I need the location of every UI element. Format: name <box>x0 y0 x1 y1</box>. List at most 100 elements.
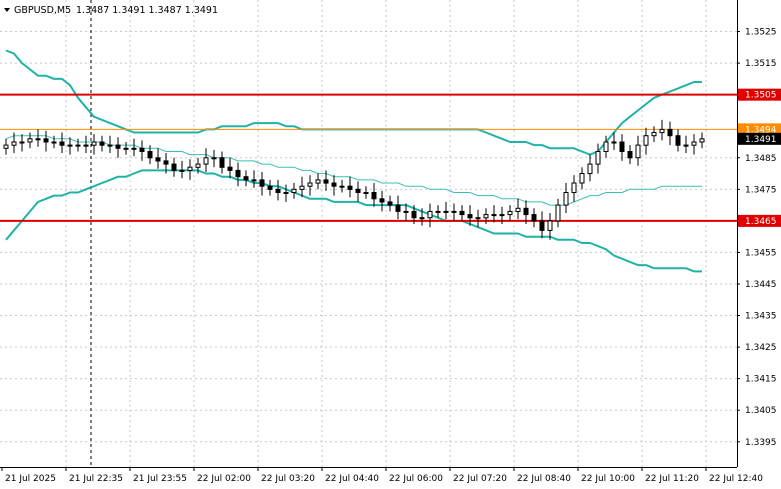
candle-body-bull <box>595 151 601 165</box>
time-tick-label: 21 Jul 23:55 <box>133 474 187 484</box>
support-price-label: 1.3465 <box>745 217 777 227</box>
price-chart[interactable]: 1.3525 1.3515 1.3485 1.3475 1.3455 1.3445 1.34… <box>0 0 781 489</box>
candle-body-bull <box>19 141 25 144</box>
time-tick-label: 22 Jul 11:20 <box>645 474 699 484</box>
candle-body-bull <box>587 163 593 175</box>
time-tick-label: 22 Jul 08:40 <box>517 474 571 484</box>
candle-body-bull <box>187 166 193 171</box>
candle-body-bull <box>643 135 649 146</box>
time-tick-label: 22 Jul 02:00 <box>197 474 251 484</box>
time-tick-label: 22 Jul 07:20 <box>453 474 507 484</box>
candle-body-bull <box>315 179 321 184</box>
candle-body-bull <box>611 141 617 144</box>
candle-body-bear <box>331 182 337 187</box>
price-tick-label: 1.3475 <box>745 185 777 195</box>
candle-body-bear <box>467 214 473 219</box>
time-tick-label: 22 Jul 03:20 <box>261 474 315 484</box>
candle-body-bear <box>171 163 177 171</box>
price-tick-label: 1.3425 <box>745 343 777 353</box>
candle-body-bull <box>499 214 505 217</box>
candle-body-bear <box>531 214 537 222</box>
candle-body-bull <box>483 214 489 219</box>
candle-body-bear <box>667 128 673 137</box>
time-tick-label: 22 Jul 06:00 <box>389 474 443 484</box>
candle-body-bear <box>395 204 401 212</box>
time-tick-label: 22 Jul 10:00 <box>581 474 635 484</box>
chart-background <box>0 0 781 489</box>
price-tick-label: 1.3415 <box>745 375 777 385</box>
candle-body-bear <box>675 135 681 146</box>
candle-body-bull <box>651 132 657 137</box>
candle-body-bull <box>291 188 297 194</box>
candle-body-bull <box>699 138 705 143</box>
candle-body-bull <box>3 144 9 149</box>
candle-body-bull <box>67 144 73 147</box>
candle-body-bear <box>147 151 153 159</box>
candle-body-bear <box>355 188 361 194</box>
candle-body-bear <box>259 179 265 187</box>
candle-body-bull <box>475 217 481 220</box>
candle-body-bull <box>691 141 697 146</box>
price-tick-label: 1.3405 <box>745 406 777 416</box>
candle-body-bear <box>235 169 241 178</box>
candle-body-bull <box>683 144 689 147</box>
candle-body-bull <box>571 182 577 193</box>
candle-body-bull <box>491 214 497 217</box>
candle-body-bull <box>83 144 89 147</box>
candle-body-bull <box>579 173 585 184</box>
candle-body-bull <box>307 182 313 187</box>
candle-body-bear <box>523 207 529 216</box>
candle-body-bull <box>251 179 257 182</box>
candle-body-bull <box>443 210 449 213</box>
candle-body-bull <box>419 217 425 220</box>
price-tick-label: 1.3515 <box>745 59 777 69</box>
candle-body-bull <box>203 157 209 165</box>
candle-body-bear <box>219 157 225 168</box>
candle-body-bull <box>283 192 289 194</box>
candle-body-bear <box>163 160 169 165</box>
candle-body-bear <box>59 141 65 146</box>
candle-body-bull <box>35 138 41 141</box>
candle-body-bear <box>379 198 385 203</box>
price-tick-label: 1.3485 <box>745 154 777 164</box>
candle-body-bear <box>347 185 353 190</box>
candle-body-bear <box>371 192 377 200</box>
candle-body-bull <box>339 185 345 188</box>
time-tick-label: 22 Jul 12:40 <box>709 474 763 484</box>
candle-body-bear <box>627 151 633 159</box>
ohlc-label: 1.3487 1.3491 1.3487 1.3491 <box>76 5 218 16</box>
candle-body-bull <box>547 220 553 231</box>
price-tick-label: 1.3435 <box>745 312 777 322</box>
candle-body-bear <box>99 141 105 146</box>
price-tick-label: 1.3395 <box>745 438 777 448</box>
candle-body-bear <box>275 188 281 194</box>
candle-body-bear <box>387 201 393 206</box>
candle-body-bull <box>179 169 185 172</box>
candle-body-bear <box>227 166 233 171</box>
candle-body-bull <box>435 210 441 213</box>
candle-body-bull <box>451 210 457 213</box>
candle-body-bull <box>107 144 113 147</box>
candle-body-bull <box>563 192 569 206</box>
candle-body-bull <box>659 128 665 134</box>
current-price-label: 1.3491 <box>745 135 777 145</box>
candle-body-bull <box>635 144 641 159</box>
candle-body-bull <box>91 141 97 146</box>
candle-body-bull <box>11 141 17 146</box>
candle-body-bull <box>555 204 561 222</box>
candle-body-bull <box>363 192 369 194</box>
candle-body-bull <box>515 207 521 213</box>
candle-body-bear <box>243 176 249 181</box>
chart-header: GBPUSD,M5 1.3487 1.3491 1.3487 1.3491 <box>4 5 218 16</box>
price-tick-label: 1.3445 <box>745 280 777 290</box>
time-tick-label: 21 Jul 2025 <box>5 474 56 484</box>
candle-body-bull <box>75 144 81 147</box>
candle-body-bear <box>411 210 417 219</box>
time-tick-label: 22 Jul 04:40 <box>325 474 379 484</box>
candle-body-bear <box>267 185 273 190</box>
candle-body-bear <box>115 144 121 149</box>
candle-body-bull <box>507 210 513 216</box>
candle-body-bull <box>195 163 201 168</box>
candle-body-bull <box>427 210 433 219</box>
candle-body-bull <box>299 185 305 190</box>
